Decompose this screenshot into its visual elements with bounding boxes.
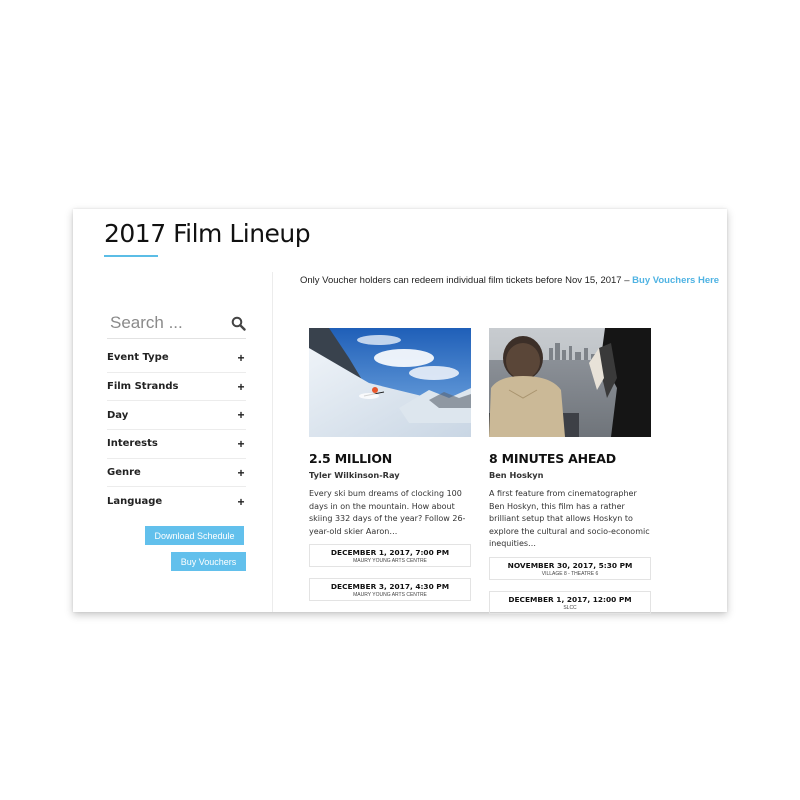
showtime-date: DECEMBER 3, 2017, 4:30 PM — [330, 582, 450, 592]
search-input[interactable] — [110, 312, 225, 334]
film-poster-ski[interactable] — [309, 328, 471, 437]
showtime-venue: MAURY YOUNG ARTS CENTRE — [353, 592, 427, 599]
filter-list: Event Type + Film Strands + Day + Intere… — [107, 344, 246, 516]
showtime-date: NOVEMBER 30, 2017, 5:30 PM — [507, 560, 633, 570]
download-schedule-button[interactable]: Download Schedule — [145, 526, 244, 545]
title-underline — [104, 255, 158, 257]
filter-interests[interactable]: Interests + — [107, 430, 246, 459]
search-box — [107, 309, 246, 339]
search-icon[interactable] — [231, 316, 246, 331]
film-lineup-card: 2017 Film Lineup Event Type + Film Stran… — [73, 209, 727, 614]
film-title[interactable]: 8 MINUTES AHEAD — [489, 451, 651, 466]
plus-icon[interactable]: + — [236, 352, 246, 364]
film-director: Tyler Wilkinson-Ray — [309, 470, 400, 480]
filter-film-strands[interactable]: Film Strands + — [107, 373, 246, 402]
filter-language[interactable]: Language + — [107, 487, 246, 516]
filter-label: Film Strands — [107, 381, 179, 393]
filter-label: Event Type — [107, 352, 169, 364]
voucher-notice: Only Voucher holders can redeem individu… — [300, 275, 719, 286]
film-description: Every ski bum dreams of clocking 100 day… — [309, 489, 466, 536]
film-director: Ben Hoskyn — [489, 470, 544, 480]
plus-icon[interactable]: + — [236, 467, 246, 479]
filter-label: Day — [107, 409, 129, 421]
filter-genre[interactable]: Genre + — [107, 459, 246, 488]
filter-event-type[interactable]: Event Type + — [107, 344, 246, 373]
film-description: A first feature from cinematographer Ben… — [489, 489, 650, 549]
sidebar-divider — [272, 272, 273, 612]
showtime-venue: MAURY YOUNG ARTS CENTRE — [353, 558, 427, 565]
filter-label: Language — [107, 496, 163, 508]
plus-icon[interactable]: + — [236, 438, 246, 450]
film-card: 8 MINUTES AHEAD Ben Hoskyn A first featu… — [489, 328, 651, 614]
plus-icon[interactable]: + — [236, 496, 246, 508]
filter-label: Interests — [107, 438, 158, 450]
showtime-date: DECEMBER 1, 2017, 7:00 PM — [330, 548, 450, 558]
notice-text: Only Voucher holders can redeem individu… — [300, 275, 633, 286]
film-card: 2.5 MILLION Tyler Wilkinson-Ray Every sk… — [309, 328, 471, 602]
showtime-venue: SLCC — [563, 604, 577, 611]
page-title: 2017 Film Lineup — [104, 219, 311, 248]
plus-icon[interactable]: + — [236, 381, 246, 393]
filter-label: Genre — [107, 467, 141, 479]
showtime-button[interactable]: DECEMBER 1, 2017, 7:00 PM MAURY YOUNG AR… — [309, 544, 471, 568]
plus-icon[interactable]: + — [236, 409, 246, 421]
showtime-venue: VILLAGE 8 - THEATRE 6 — [541, 570, 599, 577]
film-title[interactable]: 2.5 MILLION — [309, 451, 471, 466]
film-poster-harbour[interactable] — [489, 328, 651, 437]
showtime-button[interactable]: DECEMBER 3, 2017, 4:30 PM MAURY YOUNG AR… — [309, 578, 471, 602]
showtime-button[interactable]: DECEMBER 1, 2017, 12:00 PM SLCC — [489, 590, 651, 614]
showtime-button[interactable]: NOVEMBER 30, 2017, 5:30 PM VILLAGE 8 - T… — [489, 556, 651, 580]
filter-day[interactable]: Day + — [107, 401, 246, 431]
buy-vouchers-link[interactable]: Buy Vouchers Here — [632, 275, 719, 286]
buy-vouchers-button[interactable]: Buy Vouchers — [171, 552, 246, 571]
showtime-date: DECEMBER 1, 2017, 12:00 PM — [508, 594, 632, 604]
